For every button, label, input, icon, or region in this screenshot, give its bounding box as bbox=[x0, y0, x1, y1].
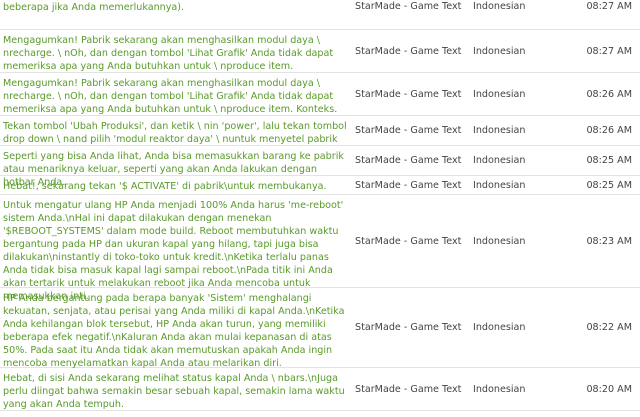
table-row[interactable]: Tekan tombol 'Ubah Produksi', dan ketik … bbox=[0, 116, 640, 146]
source-text[interactable]: Mengagumkan! Pabrik sekarang akan mengha… bbox=[0, 30, 355, 72]
time-cell: 08:27 AM bbox=[586, 1, 632, 12]
time-cell: 08:25 AM bbox=[586, 155, 632, 166]
source-text-link[interactable]: Mengagumkan! Pabrik sekarang akan mengha… bbox=[3, 78, 337, 115]
category-cell: StarMade - Game Text bbox=[355, 88, 462, 100]
time-cell: 08:26 AM bbox=[586, 125, 632, 136]
translation-table: Sekarang buang saja jala logam Anda di \… bbox=[0, 0, 640, 411]
language-cell: Indonesian bbox=[473, 88, 526, 100]
source-text-link[interactable]: Sekarang buang saja jala logam Anda di \… bbox=[3, 0, 341, 13]
category-cell: StarMade - Game Text bbox=[355, 179, 462, 191]
language-cell: Indonesian bbox=[473, 155, 526, 166]
source-text[interactable]: Sekarang buang saja jala logam Anda di \… bbox=[0, 0, 355, 29]
table-row[interactable]: Sekarang buang saja jala logam Anda di \… bbox=[0, 0, 640, 30]
source-text[interactable]: Seperti yang bisa Anda lihat, Anda bisa … bbox=[0, 146, 355, 188]
table-row[interactable]: Hebat, di sisi Anda sekarang melihat sta… bbox=[0, 368, 640, 411]
time-cell: 08:27 AM bbox=[586, 45, 632, 57]
category-cell: StarMade - Game Text bbox=[355, 1, 462, 12]
table-row[interactable]: Hebat!, sekarang tekan '$ ACTIVATE' di p… bbox=[0, 176, 640, 195]
category-cell: StarMade - Game Text bbox=[355, 322, 462, 333]
category-cell: StarMade - Game Text bbox=[355, 45, 462, 57]
language-cell: Indonesian bbox=[473, 383, 526, 395]
language-cell: Indonesian bbox=[473, 179, 526, 191]
language-cell: Indonesian bbox=[473, 45, 526, 57]
language-cell: Indonesian bbox=[473, 235, 526, 247]
category-cell: StarMade - Game Text bbox=[355, 125, 462, 136]
source-text-link[interactable]: HP Anda bergantung pada berapa banyak 'S… bbox=[3, 293, 344, 369]
time-cell: 08:26 AM bbox=[586, 88, 632, 100]
table-row[interactable]: Seperti yang bisa Anda lihat, Anda bisa … bbox=[0, 146, 640, 188]
table-row[interactable]: Mengagumkan! Pabrik sekarang akan mengha… bbox=[0, 30, 640, 73]
language-cell: Indonesian bbox=[473, 1, 526, 12]
source-text-link[interactable]: Hebat!, sekarang tekan '$ ACTIVATE' di p… bbox=[3, 181, 327, 192]
source-text-link[interactable]: Mengagumkan! Pabrik sekarang akan mengha… bbox=[3, 35, 333, 72]
source-text[interactable]: Tekan tombol 'Ubah Produksi', dan ketik … bbox=[0, 116, 355, 145]
source-text[interactable]: Hebat!, sekarang tekan '$ ACTIVATE' di p… bbox=[0, 176, 355, 194]
table-row[interactable]: HP Anda bergantung pada berapa banyak 'S… bbox=[0, 288, 640, 369]
category-cell: StarMade - Game Text bbox=[355, 155, 462, 166]
time-cell: 08:25 AM bbox=[586, 179, 632, 191]
category-cell: StarMade - Game Text bbox=[355, 235, 462, 247]
time-cell: 08:23 AM bbox=[586, 235, 632, 247]
source-text-link[interactable]: Hebat, di sisi Anda sekarang melihat sta… bbox=[3, 373, 345, 410]
source-text[interactable]: HP Anda bergantung pada berapa banyak 'S… bbox=[0, 288, 355, 369]
time-cell: 08:22 AM bbox=[586, 322, 632, 333]
source-text[interactable]: Mengagumkan! Pabrik sekarang akan mengha… bbox=[0, 73, 355, 115]
table-row[interactable]: Mengagumkan! Pabrik sekarang akan mengha… bbox=[0, 73, 640, 116]
source-text[interactable]: Hebat, di sisi Anda sekarang melihat sta… bbox=[0, 368, 355, 410]
source-text-link[interactable]: Tekan tombol 'Ubah Produksi', dan ketik … bbox=[3, 121, 347, 145]
source-text-link[interactable]: Untuk mengatur ulang HP Anda menjadi 100… bbox=[3, 200, 343, 302]
source-text[interactable]: Untuk mengatur ulang HP Anda menjadi 100… bbox=[0, 195, 355, 302]
category-cell: StarMade - Game Text bbox=[355, 383, 462, 395]
language-cell: Indonesian bbox=[473, 125, 526, 136]
time-cell: 08:20 AM bbox=[586, 383, 632, 395]
table-row[interactable]: Untuk mengatur ulang HP Anda menjadi 100… bbox=[0, 195, 640, 302]
language-cell: Indonesian bbox=[473, 322, 526, 333]
